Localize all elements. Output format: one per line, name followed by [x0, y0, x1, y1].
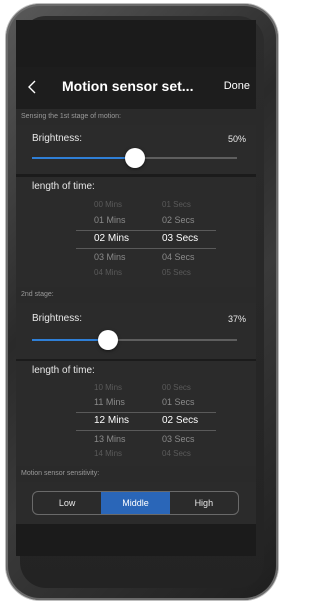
picker-row-selected[interactable]: 02 Mins 03 Secs — [16, 230, 256, 247]
stage2-brightness-label: Brightness: — [32, 313, 83, 324]
picker-secs: 04 Secs — [162, 252, 195, 262]
picker-secs: 05 Secs — [162, 268, 191, 277]
picker-mins: 04 Mins — [94, 268, 123, 277]
picker-secs: 01 Secs — [162, 200, 191, 209]
picker-mins: 13 Mins — [94, 434, 126, 444]
app-screen: Motion sensor set... Done Sensing the 1s… — [16, 20, 256, 556]
picker-mins: 02 Mins — [94, 233, 130, 244]
sensitivity-section-label: Motion sensor sensitivity: — [16, 466, 256, 482]
stage2-length-label: length of time: — [32, 365, 95, 376]
stage1-brightness-slider[interactable] — [32, 148, 237, 168]
picker-row[interactable]: 01 Mins 02 Secs — [16, 212, 256, 229]
stage1-brightness-value: 50% — [227, 134, 246, 144]
done-button[interactable]: Done — [224, 80, 250, 92]
stage2-section-label: 2nd stage: — [16, 287, 256, 303]
stage2-brightness-slider[interactable] — [32, 330, 237, 350]
stage1-slider-fill — [32, 157, 135, 159]
stage2-slider-thumb[interactable] — [97, 330, 118, 350]
stage1-section-label: Sensing the 1st stage of motion: — [16, 109, 256, 125]
picker-row[interactable]: 14 Mins 04 Secs — [16, 446, 256, 463]
stage1-brightness-card: Brightness: 50% — [16, 125, 256, 174]
picker-secs: 01 Secs — [162, 397, 195, 407]
picker-secs: 02 Secs — [162, 415, 199, 426]
picker-secs: 03 Secs — [162, 233, 199, 244]
page-title: Motion sensor set... — [62, 78, 194, 94]
picker-mins: 11 Mins — [94, 397, 125, 407]
picker-mins: 10 Mins — [94, 383, 123, 392]
stage2-brightness-card: Brightness: 37% — [16, 303, 256, 359]
picker-secs: 02 Secs — [162, 215, 195, 225]
sensitivity-option-low[interactable]: Low — [33, 492, 101, 514]
picker-mins: 12 Mins — [94, 415, 130, 426]
picker-row[interactable]: 11 Mins 01 Secs — [16, 394, 256, 411]
picker-row[interactable]: 03 Mins 04 Secs — [16, 249, 256, 266]
picker-mins: 01 Mins — [94, 215, 126, 225]
stage1-time-picker[interactable]: length of time: 00 Mins 01 Secs 01 Mins … — [16, 177, 256, 287]
nav-bar: Motion sensor set... Done — [16, 67, 256, 109]
picker-secs: 03 Secs — [162, 434, 195, 444]
picker-mins: 00 Mins — [94, 200, 123, 209]
picker-row[interactable]: 04 Mins 05 Secs — [16, 265, 256, 282]
back-icon[interactable] — [24, 78, 42, 96]
sensitivity-option-middle[interactable]: Middle — [101, 492, 170, 514]
stage2-brightness-value: 37% — [227, 314, 246, 324]
picker-mins: 14 Mins — [94, 449, 123, 458]
stage2-time-picker[interactable]: length of time: 10 Mins 00 Secs 11 Mins … — [16, 361, 256, 466]
sensitivity-card: Low Middle High — [16, 482, 256, 524]
stage1-length-label: length of time: — [32, 181, 95, 192]
picker-secs: 04 Secs — [162, 449, 191, 458]
sensitivity-option-high[interactable]: High — [170, 492, 238, 514]
sensitivity-segmented-control[interactable]: Low Middle High — [32, 491, 239, 515]
picker-secs: 00 Secs — [162, 383, 191, 392]
picker-row-selected[interactable]: 12 Mins 02 Secs — [16, 412, 256, 429]
picker-mins: 03 Mins — [94, 252, 126, 262]
stage2-slider-fill — [32, 339, 108, 341]
stage1-brightness-label: Brightness: — [32, 133, 83, 144]
stage1-slider-thumb[interactable] — [124, 148, 145, 168]
